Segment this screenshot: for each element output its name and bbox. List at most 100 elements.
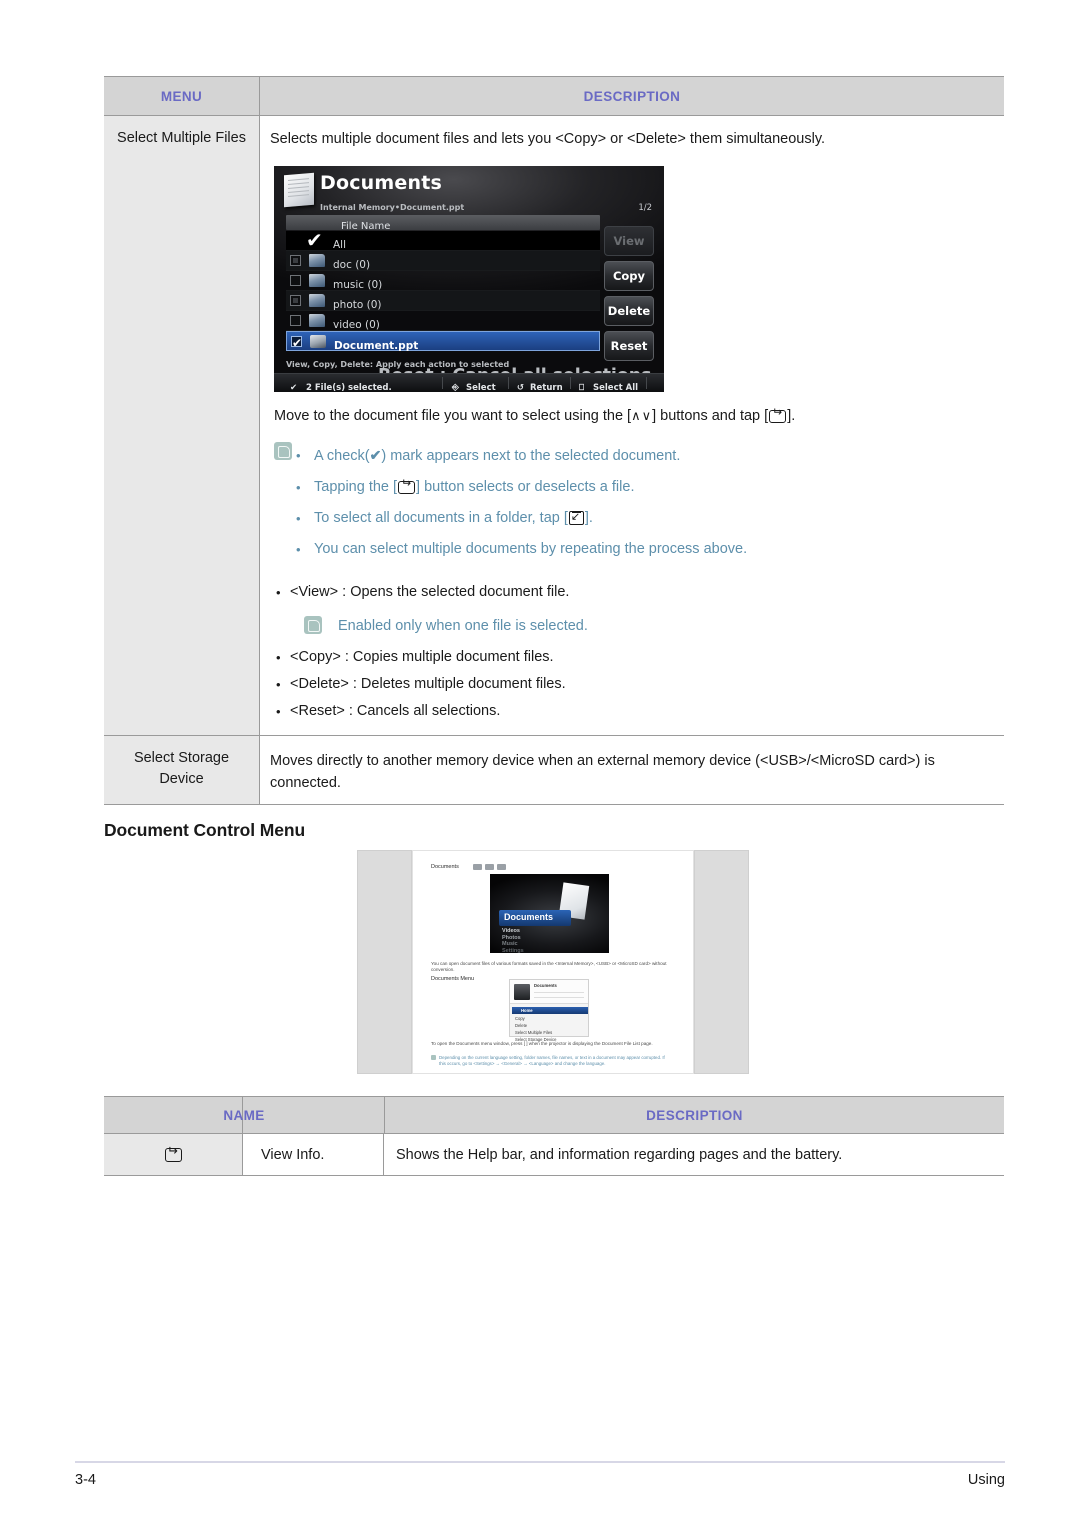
help-divider: [570, 377, 571, 389]
note-text-pre: To select all documents in a folder, tap…: [314, 510, 568, 526]
up-down-arrows-icon: ∧∨: [631, 408, 653, 423]
thumb-label-documents: Documents: [431, 864, 459, 870]
thumbnail-left-margin: [357, 850, 412, 1074]
thumb-selected-menu-bar: Documents: [499, 910, 571, 926]
help-divider: [442, 377, 443, 389]
help-divider: [646, 377, 647, 389]
cell-menu-line1: Select Storage: [133, 750, 230, 766]
note-pencil-icon: [304, 616, 322, 634]
note-item-tapping: Tapping the [] button selects or deselec…: [296, 472, 996, 503]
footer-page-number: 3-4: [75, 1472, 96, 1488]
note-text-pre: You can select multiple documents by rep…: [314, 541, 748, 557]
file-row-document-ppt[interactable]: ✔ Document.ppt: [286, 331, 600, 352]
view-enabled-note-text: Enabled only when one file is selected.: [338, 618, 588, 634]
column-header-description: DESCRIPTION: [384, 1097, 1004, 1133]
file-name-column-header: File Name: [286, 215, 600, 232]
documents-icon: [514, 984, 530, 1000]
file-row-photo[interactable]: photo (0): [286, 291, 600, 311]
thumb-device-screenshot-documents-menu: Documents Home Copy Delete Select Multip…: [509, 979, 589, 1042]
thumbnail-right-margin: [694, 850, 749, 1074]
thumb-menu-item-copy: Copy: [515, 1016, 525, 1021]
check-icon: ✔: [306, 228, 323, 252]
bullet-copy: <Copy> : Copies multiple document files.: [276, 644, 996, 671]
file-row-music[interactable]: music (0): [286, 271, 600, 291]
thumb-icon-row: [473, 864, 506, 870]
documents-icon: [284, 172, 314, 208]
cell-icon: [104, 1134, 243, 1175]
thumb-menu-item-select-multiple-files: Select Multiple Files: [515, 1030, 553, 1035]
bullet-view: <View> : Opens the selected document fil…: [276, 579, 996, 606]
menu-description-table: MENU DESCRIPTION Select Multiple Files S…: [104, 76, 1004, 805]
thumb-paragraph-2: To open the Documents menu window, press…: [431, 1041, 653, 1046]
view-bullet-list: <View> : Opens the selected document fil…: [270, 579, 996, 606]
cell-menu-label: Select Multiple Files: [104, 116, 260, 735]
move-instruction-part2: ] buttons and tap [: [652, 408, 769, 424]
table-header-row: MENU DESCRIPTION: [104, 76, 1004, 116]
file-row-doc[interactable]: doc (0): [286, 251, 600, 271]
device-icon-internal: [497, 864, 506, 870]
column-header-description: DESCRIPTION: [583, 88, 681, 104]
presentation-icon: [310, 335, 326, 348]
selection-count-label: 2 File(s) selected.: [306, 383, 392, 392]
table-row-select-multiple-files: Select Multiple Files Selects multiple d…: [104, 116, 1004, 736]
checkbox[interactable]: [290, 295, 301, 306]
thumb-selected-menu-label: Documents: [504, 912, 554, 922]
view-enabled-note: Enabled only when one file is selected.: [304, 614, 996, 638]
thumb-menu-line: [534, 997, 584, 998]
folder-icon: [309, 294, 325, 307]
enter-key-icon: [164, 1147, 182, 1162]
bullet-delete: <Delete> : Deletes multiple document fil…: [276, 671, 996, 698]
cell-name: View Info.: [243, 1134, 384, 1175]
table2-row-view-info: View Info. Shows the Help bar, and infor…: [104, 1134, 1004, 1176]
intro-text: Selects multiple document files and lets…: [270, 131, 826, 147]
folder-icon: [309, 314, 325, 327]
table2-header-row: NAME DESCRIPTION: [104, 1096, 1004, 1134]
check-icon: ✔: [369, 447, 382, 463]
bullet-reset: <Reset> : Cancels all selections.: [276, 698, 996, 725]
thumbnail-page-body: Documents Documents Videos Photos Music …: [412, 850, 694, 1074]
note-text-post: ) mark appears next to the selected docu…: [381, 448, 681, 464]
move-instruction-part3: ].: [787, 408, 796, 424]
thumb-note: Depending on the current language settin…: [431, 1055, 669, 1067]
thumb-menu-list: Videos Photos Music Settings: [502, 928, 524, 954]
checkbox[interactable]: [290, 255, 301, 266]
help-divider: [508, 377, 509, 389]
move-instruction: Move to the document file you want to se…: [274, 404, 996, 428]
footer-section-name: Using: [967, 1472, 1005, 1488]
note-pencil-icon: [274, 442, 292, 460]
checkbox[interactable]: [290, 315, 301, 326]
folder-icon: [309, 254, 325, 267]
view-button[interactable]: View: [604, 226, 654, 256]
copy-button[interactable]: Copy: [604, 261, 654, 291]
page-preview-thumbnail: Documents Documents Videos Photos Music …: [357, 850, 749, 1074]
note-item-select-all: To select all documents in a folder, tap…: [296, 503, 996, 534]
return-label: Return: [530, 383, 563, 392]
folder-icon: [309, 274, 325, 287]
thumb-menu-item-home: Home: [512, 1007, 588, 1014]
check-icon: ✔: [292, 336, 303, 350]
enter-key-icon: [398, 481, 416, 494]
note-text-post: ].: [584, 510, 593, 526]
action-bullet-list: <Copy> : Copies multiple document files.…: [270, 644, 996, 725]
enter-key-icon: [769, 410, 787, 423]
column-header-name-label: NAME: [223, 1107, 265, 1123]
note-pencil-icon: [431, 1055, 436, 1060]
reset-button[interactable]: Reset: [604, 331, 654, 361]
delete-button[interactable]: Delete: [604, 296, 654, 326]
move-instruction-part1: Move to the document file you want to se…: [274, 408, 632, 424]
note-block: A check(✔) mark appears next to the sele…: [274, 440, 996, 565]
thumb-menu-line: [534, 992, 584, 993]
cell-description: Moves directly to another memory device …: [260, 736, 1004, 804]
file-row-video[interactable]: video (0): [286, 311, 600, 331]
device-icon-sd: [485, 864, 494, 870]
select-all-key-icon: [568, 510, 584, 525]
file-row-all[interactable]: ✔ All: [286, 228, 600, 252]
thumb-note-text: Depending on the current language settin…: [439, 1055, 665, 1066]
thumb-menu-item: Settings: [502, 947, 524, 954]
screenshot-header: Documents Internal Memory•Document.ppt 1…: [274, 166, 664, 214]
column-header-menu: MENU: [104, 77, 260, 115]
select-all-key-icon: ⎕: [579, 383, 585, 392]
table-row-select-storage-device: Select Storage Device Moves directly to …: [104, 736, 1004, 805]
checkbox[interactable]: [290, 275, 301, 286]
footer-rule: [75, 1461, 1005, 1463]
